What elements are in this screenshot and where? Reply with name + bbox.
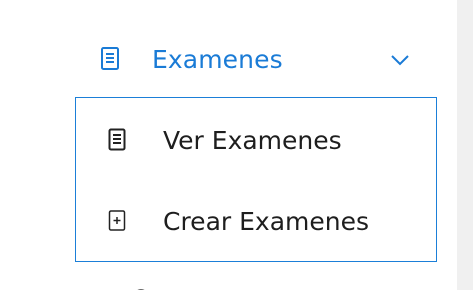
submenu-item-label: Ver Examenes (163, 125, 342, 155)
submenu-item-ver-examenes[interactable]: Ver Examenes (108, 119, 342, 161)
sidebar: Examenes Ver Examenes Crear Examenes (0, 0, 473, 290)
submenu-item-label: Crear Examenes (163, 206, 370, 236)
submenu-examenes: Ver Examenes Crear Examenes (75, 97, 437, 262)
sidebar-section-examenes[interactable]: Examenes (100, 34, 430, 84)
submenu-item-crear-examenes[interactable]: Crear Examenes (108, 200, 369, 242)
partial-icon (132, 284, 150, 290)
sidebar-section-label: Examenes (152, 44, 283, 74)
chevron-down-icon[interactable] (388, 48, 412, 72)
document-icon (100, 46, 122, 72)
sidebar-edge (457, 0, 473, 290)
document-icon (108, 128, 126, 152)
plus-square-icon (108, 209, 126, 233)
